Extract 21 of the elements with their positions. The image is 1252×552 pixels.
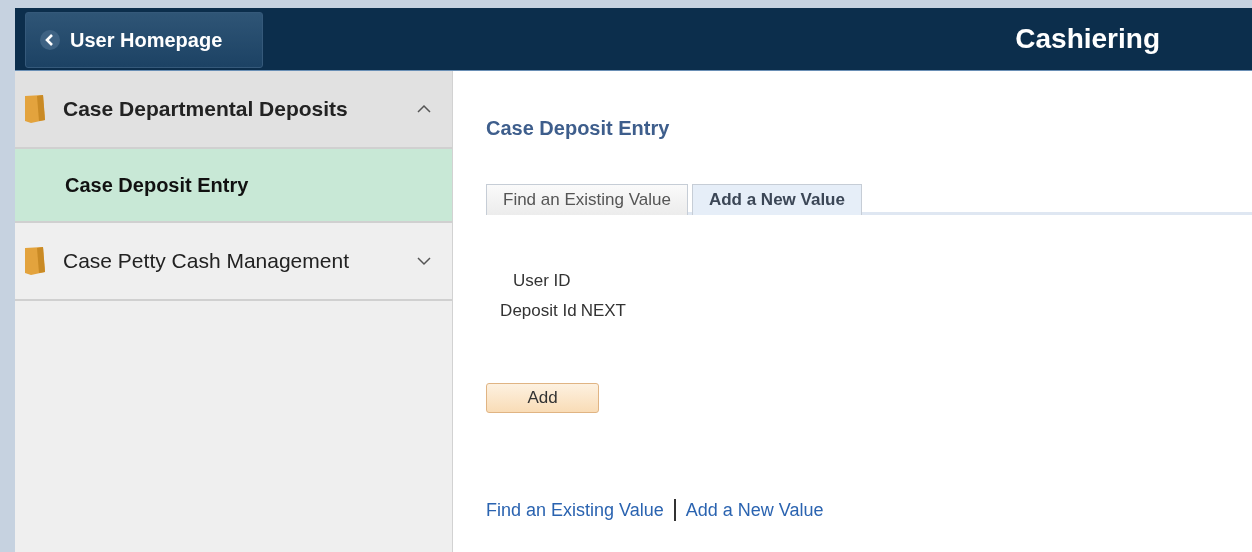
field-value: NEXT xyxy=(580,301,626,321)
field-label: Deposit Id xyxy=(500,301,577,321)
page-header-title: Cashiering xyxy=(1015,23,1160,55)
footer-link[interactable]: Find an Existing Value xyxy=(486,499,664,521)
group-label: Case Departmental Deposits xyxy=(63,97,349,121)
back-button[interactable]: User Homepage xyxy=(25,12,263,68)
field-label: User ID xyxy=(513,271,571,291)
sidebar-group[interactable]: Case Petty Cash Management xyxy=(15,223,452,301)
add-button[interactable]: Add xyxy=(486,383,599,413)
tab[interactable]: Add a New Value xyxy=(691,184,862,215)
sidebar-item[interactable]: Case Deposit Entry xyxy=(15,149,452,223)
footer-link[interactable]: Add a New Value xyxy=(685,499,824,521)
group-label: Case Petty Cash Management xyxy=(63,249,350,273)
back-icon xyxy=(40,30,60,50)
folder-icon xyxy=(23,94,47,124)
sidebar-group[interactable]: Case Departmental Deposits xyxy=(15,71,452,149)
folder-icon xyxy=(23,246,47,276)
tab[interactable]: Find an Existing Value xyxy=(486,184,688,215)
chevron-up-icon xyxy=(416,104,432,114)
page-title: Case Deposit Entry xyxy=(486,117,671,140)
chevron-down-icon xyxy=(416,256,432,266)
